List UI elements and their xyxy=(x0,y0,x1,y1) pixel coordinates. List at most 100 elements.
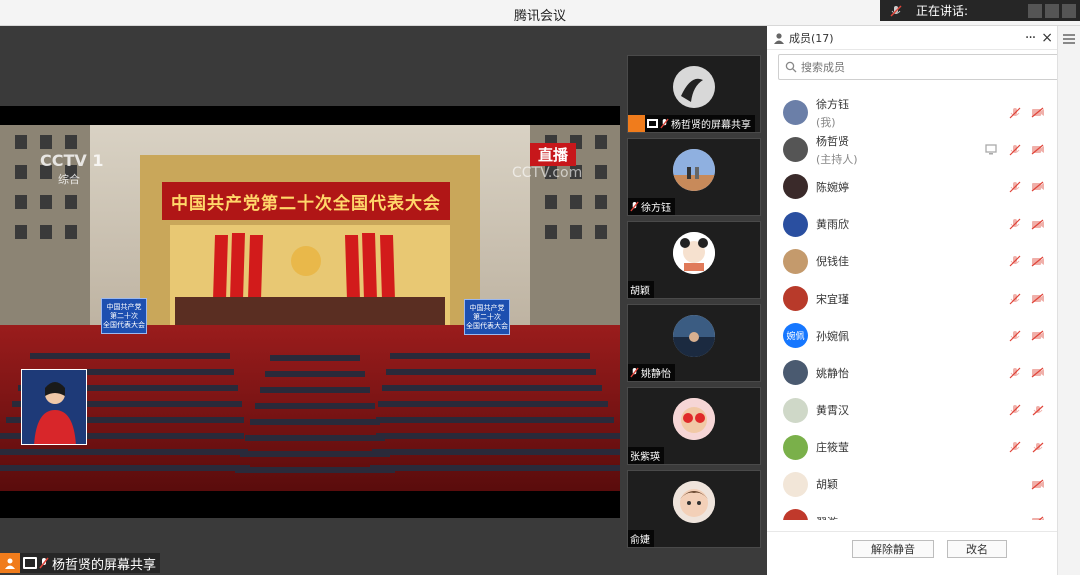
mic-muted-icon[interactable] xyxy=(1009,367,1021,379)
tile-label: 胡颖 xyxy=(628,281,654,298)
participant-tiles[interactable]: 杨哲贤的屏幕共享 徐方钰 胡颖 姚静怡 张紫瑛 俞婕 xyxy=(620,26,767,575)
member-row[interactable]: 徐方钰 (我) xyxy=(767,94,1057,131)
avatar xyxy=(783,434,808,460)
member-row[interactable]: 陈婉婷 xyxy=(767,168,1057,205)
tile-screen-share[interactable]: 杨哲贤的屏幕共享 xyxy=(627,55,761,133)
member-list[interactable]: 徐方钰 (我) 杨哲贤 (主持人) 陈婉婷 黄雨欣 倪钱佳 宋宜瑾 婉佩 孙婉佩 姚静怡 黄霄汉 庄筱莹… xyxy=(767,94,1057,520)
camera-off-icon[interactable] xyxy=(1031,107,1045,118)
tile-participant[interactable]: 胡颖 xyxy=(627,221,761,299)
mic-muted-icon[interactable] xyxy=(1009,404,1021,416)
member-row[interactable]: 宋宜瑾 xyxy=(767,280,1057,317)
avatar: 婉佩 xyxy=(783,323,808,349)
mic-muted-icon xyxy=(660,118,669,129)
camera-off-icon[interactable] xyxy=(1031,181,1045,192)
tile-label: 杨哲贤的屏幕共享 xyxy=(628,115,755,132)
mic-muted-icon[interactable] xyxy=(1009,107,1021,119)
member-panel: 成员(17) ··· × 徐方钰 (我) 杨哲贤 (主持人) 陈婉婷黄雨欣倪钱佳宋宜瑾婉… xyxy=(767,26,1070,575)
member-name: 徐方钰 (我) xyxy=(816,96,849,130)
mic-muted-icon[interactable] xyxy=(1009,330,1021,342)
mic-muted-icon[interactable] xyxy=(1031,405,1045,416)
member-name-text: 胡颖 xyxy=(816,478,838,492)
member-row[interactable]: 黄雨欣 xyxy=(767,206,1057,243)
member-name: 倪钱佳 xyxy=(816,253,849,269)
more-icon[interactable]: ··· xyxy=(1025,30,1036,46)
avatar xyxy=(673,315,715,357)
tile-participant[interactable]: 姚静怡 xyxy=(627,304,761,382)
camera-off-icon[interactable] xyxy=(1031,479,1045,490)
interpreter-figure xyxy=(22,370,86,444)
tile-participant[interactable]: 徐方钰 xyxy=(627,138,761,216)
mic-muted-icon[interactable] xyxy=(1009,293,1021,305)
cctv-watermark: CCTV.com xyxy=(512,165,583,181)
mic-muted-icon[interactable] xyxy=(1009,441,1021,453)
avatar xyxy=(783,211,808,237)
member-row[interactable]: 倪钱佳 xyxy=(767,243,1057,280)
avatar xyxy=(673,232,715,274)
mic-muted-icon[interactable] xyxy=(1031,442,1045,453)
member-name: 黄雨欣 xyxy=(816,216,849,232)
avatar xyxy=(783,360,808,386)
member-row[interactable]: 姚静怡 xyxy=(767,354,1057,391)
unmute-button[interactable]: 解除静音 xyxy=(852,540,934,558)
mic-muted-icon[interactable] xyxy=(1009,255,1021,267)
member-row[interactable]: 黄霄汉 xyxy=(767,392,1057,429)
search-input[interactable] xyxy=(801,60,1041,74)
camera-off-icon[interactable] xyxy=(1031,330,1045,341)
avatar xyxy=(783,100,808,126)
cctv-channel: 综合 xyxy=(58,173,80,186)
member-name-text: 徐方钰 xyxy=(816,97,849,111)
mic-muted-icon[interactable] xyxy=(1009,218,1021,230)
members-icon xyxy=(774,32,784,44)
back-icon[interactable] xyxy=(1062,3,1076,18)
avatar xyxy=(783,397,808,423)
member-name-text: 杨哲贤 xyxy=(816,134,849,148)
minimize-icon[interactable] xyxy=(1028,3,1042,18)
camera-off-icon[interactable] xyxy=(1031,516,1045,520)
tile-participant[interactable]: 俞婕 xyxy=(627,470,761,548)
mic-muted-icon[interactable] xyxy=(1009,181,1021,193)
mic-muted-icon xyxy=(630,367,639,378)
member-search[interactable] xyxy=(778,54,1070,80)
panel-header: 成员(17) ··· × xyxy=(767,26,1057,50)
member-row[interactable]: 翟漩 xyxy=(767,503,1057,520)
member-role: (主持人) xyxy=(816,152,858,166)
member-name-text: 倪钱佳 xyxy=(816,255,849,269)
tile-label: 徐方钰 xyxy=(628,198,675,215)
menu-icon[interactable] xyxy=(1063,34,1075,44)
camera-off-icon[interactable] xyxy=(1031,219,1045,230)
camera-off-icon[interactable] xyxy=(1031,293,1045,304)
meeting-window: 腾讯会议 正在讲话: CCTV 1 综合 直播 CCTV.com 中国共产党第二… xyxy=(0,0,1080,575)
rename-button[interactable]: 改名 xyxy=(947,540,1007,558)
live-badge: 直播 xyxy=(530,143,577,166)
mic-muted-icon xyxy=(39,557,49,569)
camera-off-icon[interactable] xyxy=(1031,144,1045,155)
restore-icon[interactable] xyxy=(1045,3,1059,18)
member-row[interactable]: 婉佩 孙婉佩 xyxy=(767,317,1057,354)
camera-off-icon[interactable] xyxy=(1031,256,1045,267)
avatar xyxy=(673,481,715,523)
avatar xyxy=(673,149,715,191)
avatar xyxy=(673,66,715,108)
screen-share-status[interactable]: 杨哲贤的屏幕共享 xyxy=(0,553,161,573)
sign-language-inset xyxy=(21,369,87,445)
member-name-text: 陈婉婷 xyxy=(816,180,849,194)
member-name: 陈婉婷 xyxy=(816,179,849,195)
member-name-text: 孙婉佩 xyxy=(816,329,849,343)
member-name: 杨哲贤 (主持人) xyxy=(816,133,858,167)
camera-off-icon[interactable] xyxy=(1031,367,1045,378)
speaking-controls xyxy=(1028,3,1080,18)
panel-footer: 解除静音 改名 xyxy=(767,531,1057,575)
member-row[interactable]: 胡颖 xyxy=(767,466,1057,503)
mic-muted-icon[interactable] xyxy=(1009,144,1021,156)
member-row[interactable]: 杨哲贤 (主持人) xyxy=(767,131,1057,168)
member-name: 孙婉佩 xyxy=(816,328,849,344)
mic-muted-icon xyxy=(890,4,902,17)
cctv-logo: CCTV 1 xyxy=(40,151,104,170)
tile-label: 张紫瑛 xyxy=(628,447,664,464)
close-icon[interactable]: × xyxy=(1041,30,1053,46)
avatar xyxy=(783,471,808,497)
share-label: 杨哲贤的屏幕共享 xyxy=(52,557,157,573)
speaking-label: 正在讲话: xyxy=(916,4,969,18)
member-row[interactable]: 庄筱莹 xyxy=(767,429,1057,466)
tile-participant[interactable]: 张紫瑛 xyxy=(627,387,761,465)
